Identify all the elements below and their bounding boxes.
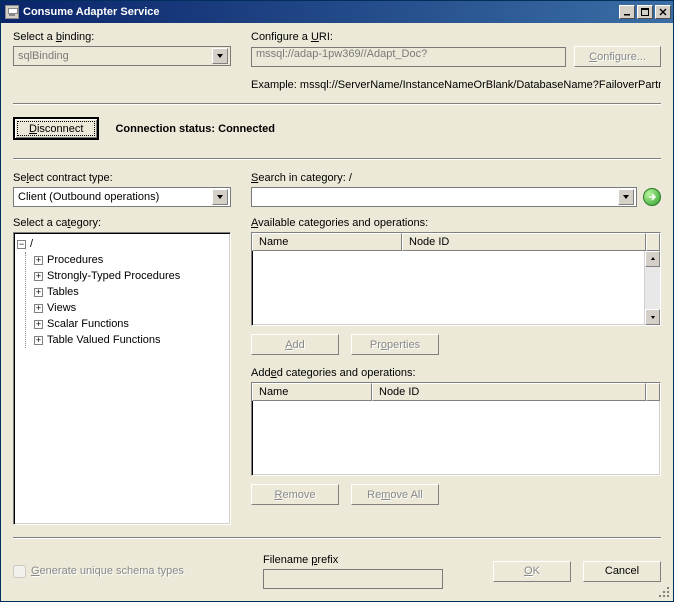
properties-button[interactable]: Properties	[351, 334, 439, 355]
resize-grip[interactable]	[657, 585, 671, 599]
tree-item[interactable]: Table Valued Functions	[47, 334, 161, 346]
uri-example: Example: mssql://ServerName/InstanceName…	[251, 79, 661, 91]
search-combo[interactable]	[251, 187, 637, 207]
binding-label: Select a binding:	[13, 31, 231, 43]
add-button[interactable]: Add	[251, 334, 339, 355]
configure-button[interactable]: Configure...	[574, 46, 661, 67]
titlebar: Consume Adapter Service	[1, 1, 673, 23]
generate-schema-label: Generate unique schema types	[31, 565, 184, 577]
separator	[13, 103, 661, 105]
tree-toggle[interactable]: −	[17, 240, 26, 249]
category-tree[interactable]: − / + Procedures + Strongly-Typed Procedure…	[13, 232, 231, 525]
contract-value: Client (Outbound operations)	[18, 191, 212, 203]
separator	[13, 158, 661, 160]
added-list[interactable]: Name Node ID	[251, 382, 661, 476]
chevron-down-icon	[618, 189, 634, 205]
added-label: Added categories and operations:	[251, 367, 661, 379]
remove-button[interactable]: Remove	[251, 484, 339, 505]
app-icon	[5, 5, 19, 19]
available-label: Available categories and operations:	[251, 217, 661, 229]
close-icon	[659, 8, 667, 16]
disconnect-button[interactable]: Disconnect	[13, 117, 99, 140]
generate-schema-checkbox[interactable]	[13, 565, 26, 578]
close-button[interactable]	[655, 5, 671, 19]
contract-combo[interactable]: Client (Outbound operations)	[13, 187, 231, 207]
filename-prefix-label: Filename prefix	[263, 554, 443, 566]
remove-all-button[interactable]: Remove All	[351, 484, 439, 505]
column-nodeid-header[interactable]: Node ID	[402, 233, 646, 251]
uri-label: Configure a URI:	[251, 31, 661, 43]
minimize-button[interactable]	[619, 5, 635, 19]
tree-item[interactable]: Views	[47, 302, 76, 314]
column-tail	[646, 383, 660, 401]
search-label: Search in category: /	[251, 172, 661, 184]
maximize-button[interactable]	[637, 5, 653, 19]
tree-item[interactable]: Scalar Functions	[47, 318, 129, 330]
filename-prefix-input[interactable]	[263, 569, 443, 589]
column-nodeid-header[interactable]: Node ID	[372, 383, 646, 401]
tree-item[interactable]: Procedures	[47, 254, 103, 266]
minimize-icon	[623, 8, 631, 16]
connection-status: Connection status: Connected	[115, 123, 275, 135]
scroll-down-icon[interactable]	[645, 309, 660, 325]
scroll-up-icon[interactable]	[645, 251, 660, 267]
uri-input: mssql://adap-1pw369//Adapt_Doc?	[251, 47, 566, 67]
binding-value: sqlBinding	[18, 50, 212, 62]
column-tail	[646, 233, 660, 251]
ok-button[interactable]: OK	[493, 561, 571, 582]
scrollbar[interactable]	[644, 251, 660, 325]
column-name-header[interactable]: Name	[252, 383, 372, 401]
window-title: Consume Adapter Service	[23, 6, 160, 18]
tree-item[interactable]: Tables	[47, 286, 79, 298]
dialog-window: Consume Adapter Service Select a binding…	[0, 0, 674, 602]
column-name-header[interactable]: Name	[252, 233, 402, 251]
contract-label: Select contract type:	[13, 172, 231, 184]
tree-toggle[interactable]: +	[34, 272, 43, 281]
tree-toggle[interactable]: +	[34, 288, 43, 297]
maximize-icon	[641, 8, 649, 16]
tree-item[interactable]: Strongly-Typed Procedures	[47, 270, 180, 282]
search-go-button[interactable]	[643, 188, 661, 206]
available-list[interactable]: Name Node ID	[251, 232, 661, 326]
tree-toggle[interactable]: +	[34, 320, 43, 329]
separator	[13, 537, 661, 539]
binding-combo[interactable]: sqlBinding	[13, 46, 231, 66]
tree-root[interactable]: /	[30, 238, 33, 250]
tree-toggle[interactable]: +	[34, 336, 43, 345]
chevron-down-icon	[212, 48, 228, 64]
chevron-down-icon	[212, 189, 228, 205]
tree-toggle[interactable]: +	[34, 256, 43, 265]
arrow-right-icon	[647, 192, 657, 202]
cancel-button[interactable]: Cancel	[583, 561, 661, 582]
tree-toggle[interactable]: +	[34, 304, 43, 313]
category-label: Select a category:	[13, 217, 231, 229]
